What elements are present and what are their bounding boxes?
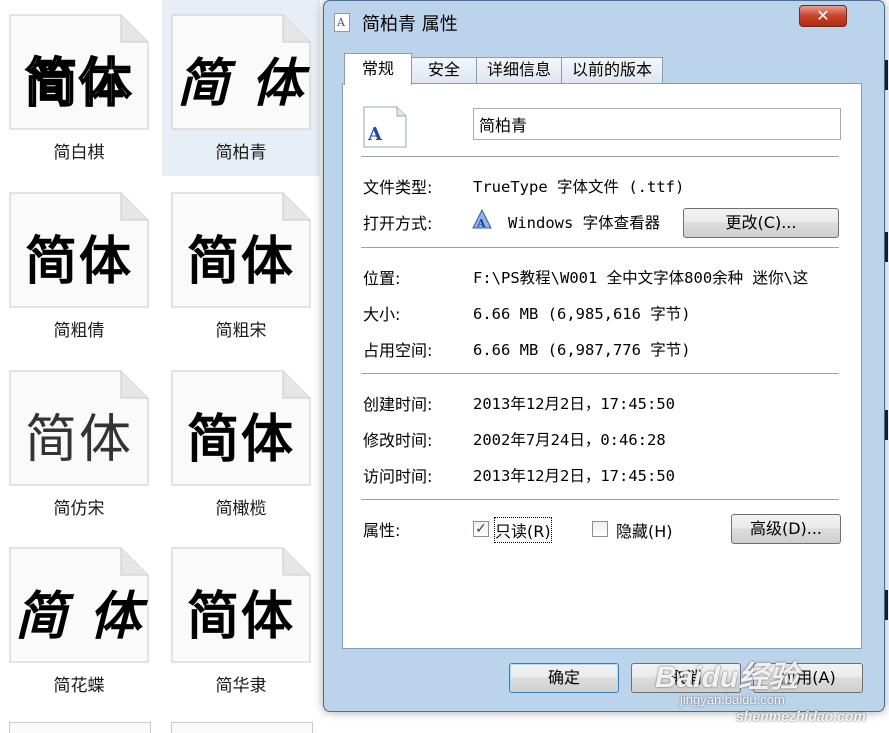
file-name-label: 简柏青 bbox=[215, 143, 267, 163]
opens-with-value: Windows 字体查看器 bbox=[508, 214, 661, 232]
created-label: 创建时间: bbox=[363, 395, 433, 414]
font-preview: 简体 bbox=[24, 409, 133, 470]
svg-text:A: A bbox=[476, 217, 486, 230]
modified-label: 修改时间: bbox=[363, 431, 433, 450]
size-on-disk-label: 占用空间: bbox=[363, 341, 433, 360]
font-letter-glyph: A bbox=[367, 124, 383, 145]
file-type-value: TrueType 字体文件 (.ttf) bbox=[473, 178, 685, 196]
modified-value: 2002年7月24日，0:46:28 bbox=[473, 431, 666, 449]
location-value: F:\PS教程\W001 全中文字体800余种 迷你\这 bbox=[473, 269, 809, 287]
font-preview: 简体 bbox=[24, 230, 133, 292]
file-name-input[interactable]: 简柏青 bbox=[473, 108, 841, 140]
size-on-disk-value: 6.66 MB (6,987,776 字节) bbox=[473, 341, 691, 359]
font-file-icon: 简体 bbox=[9, 192, 149, 308]
font-preview: 简 体 bbox=[14, 585, 144, 647]
file-name-label: 简粗宋 bbox=[215, 321, 267, 341]
tab-previous-versions[interactable]: 以前的版本 bbox=[561, 57, 663, 83]
check-mark-icon: ✓ bbox=[475, 521, 487, 537]
file-name-label: 简粗倩 bbox=[53, 321, 105, 341]
font-file-icon: 简体 bbox=[171, 547, 311, 663]
font-file-tile[interactable]: 简 体 简花蝶 bbox=[0, 533, 158, 709]
font-file-icon: 简体 bbox=[9, 370, 149, 486]
font-file-icon: 简体 bbox=[171, 192, 311, 308]
font-file-tile-selected[interactable]: 简 体 简柏青 bbox=[162, 0, 320, 176]
font-preview: 简体 bbox=[186, 230, 295, 292]
readonly-checkbox[interactable]: ✓ bbox=[473, 521, 489, 537]
font-preview: 简 体 bbox=[176, 52, 306, 114]
font-file-tile[interactable]: 简体 简橄榄 bbox=[162, 356, 320, 532]
font-file-tile[interactable]: 简体 简粗宋 bbox=[162, 178, 320, 354]
general-tab-panel: A 简柏青 文件类型: TrueType 字体文件 (.ttf) 打开方式: A… bbox=[342, 83, 862, 649]
accessed-value: 2013年12月2日，17:45:50 bbox=[473, 467, 675, 485]
font-viewer-icon: A bbox=[471, 208, 493, 230]
file-name-label: 简花蝶 bbox=[53, 676, 105, 696]
font-file-tile-partial bbox=[171, 722, 313, 733]
attributes-label: 属性: bbox=[363, 521, 401, 540]
font-preview: 简体 bbox=[186, 585, 295, 647]
font-file-icon: 简体 bbox=[171, 370, 311, 486]
location-label: 位置: bbox=[363, 269, 401, 288]
tab-details[interactable]: 详细信息 bbox=[476, 57, 562, 83]
font-file-tile[interactable]: 简体 简粗倩 bbox=[0, 178, 158, 354]
size-value: 6.66 MB (6,985,616 字节) bbox=[473, 305, 691, 323]
font-file-tile[interactable]: 简体 简华隶 bbox=[162, 533, 320, 709]
watermark-url: shenmezhidao.com bbox=[736, 708, 866, 724]
font-file-icon: 简 体 bbox=[171, 14, 311, 130]
file-name-label: 简白棋 bbox=[53, 143, 105, 163]
file-name-label: 简仿宋 bbox=[53, 499, 105, 519]
accessed-label: 访问时间: bbox=[363, 467, 433, 486]
tab-general[interactable]: 常规 bbox=[344, 53, 412, 85]
created-value: 2013年12月2日，17:45:50 bbox=[473, 395, 675, 413]
separator bbox=[361, 156, 839, 157]
size-label: 大小: bbox=[363, 305, 401, 324]
watermark-url: jingyan.baidu.com bbox=[680, 692, 785, 707]
file-type-label: 文件类型: bbox=[363, 178, 433, 197]
watermark-logo: Baidu经验 bbox=[655, 661, 799, 694]
title-bar[interactable]: A 简柏青 属性 ✕ bbox=[324, 1, 884, 39]
font-file-icon: 简体 bbox=[9, 14, 149, 130]
separator bbox=[361, 247, 839, 248]
close-button[interactable]: ✕ bbox=[799, 5, 847, 27]
font-file-icon: 简 体 bbox=[9, 547, 149, 663]
opens-with-label: 打开方式: bbox=[363, 214, 433, 233]
font-file-tile[interactable]: 简体 简白棋 bbox=[0, 0, 158, 176]
font-preview: 简体 bbox=[24, 52, 133, 115]
separator bbox=[361, 373, 839, 374]
font-file-tile-partial bbox=[9, 722, 151, 733]
hidden-label[interactable]: 隐藏(H) bbox=[616, 518, 673, 542]
font-file-tile[interactable]: 简体 简仿宋 bbox=[0, 356, 158, 532]
separator bbox=[361, 499, 839, 500]
change-button[interactable]: 更改(C)... bbox=[683, 208, 839, 238]
readonly-label[interactable]: 只读(R) bbox=[494, 517, 552, 543]
file-name-label: 简橄榄 bbox=[215, 499, 267, 519]
tab-security[interactable]: 安全 bbox=[411, 57, 477, 83]
hidden-checkbox[interactable] bbox=[592, 521, 608, 537]
font-file-icon: A bbox=[363, 106, 407, 148]
ok-button[interactable]: 确定 bbox=[509, 663, 619, 693]
font-file-icon: A bbox=[334, 13, 350, 32]
dialog-title: 简柏青 属性 bbox=[362, 14, 458, 35]
file-name-label: 简华隶 bbox=[215, 676, 267, 696]
properties-dialog: A 简柏青 属性 ✕ 常规 安全 详细信息 以前的版本 A 简柏青 文件类型: … bbox=[323, 0, 885, 712]
font-preview: 简体 bbox=[186, 408, 295, 470]
advanced-button[interactable]: 高级(D)... bbox=[731, 514, 841, 544]
